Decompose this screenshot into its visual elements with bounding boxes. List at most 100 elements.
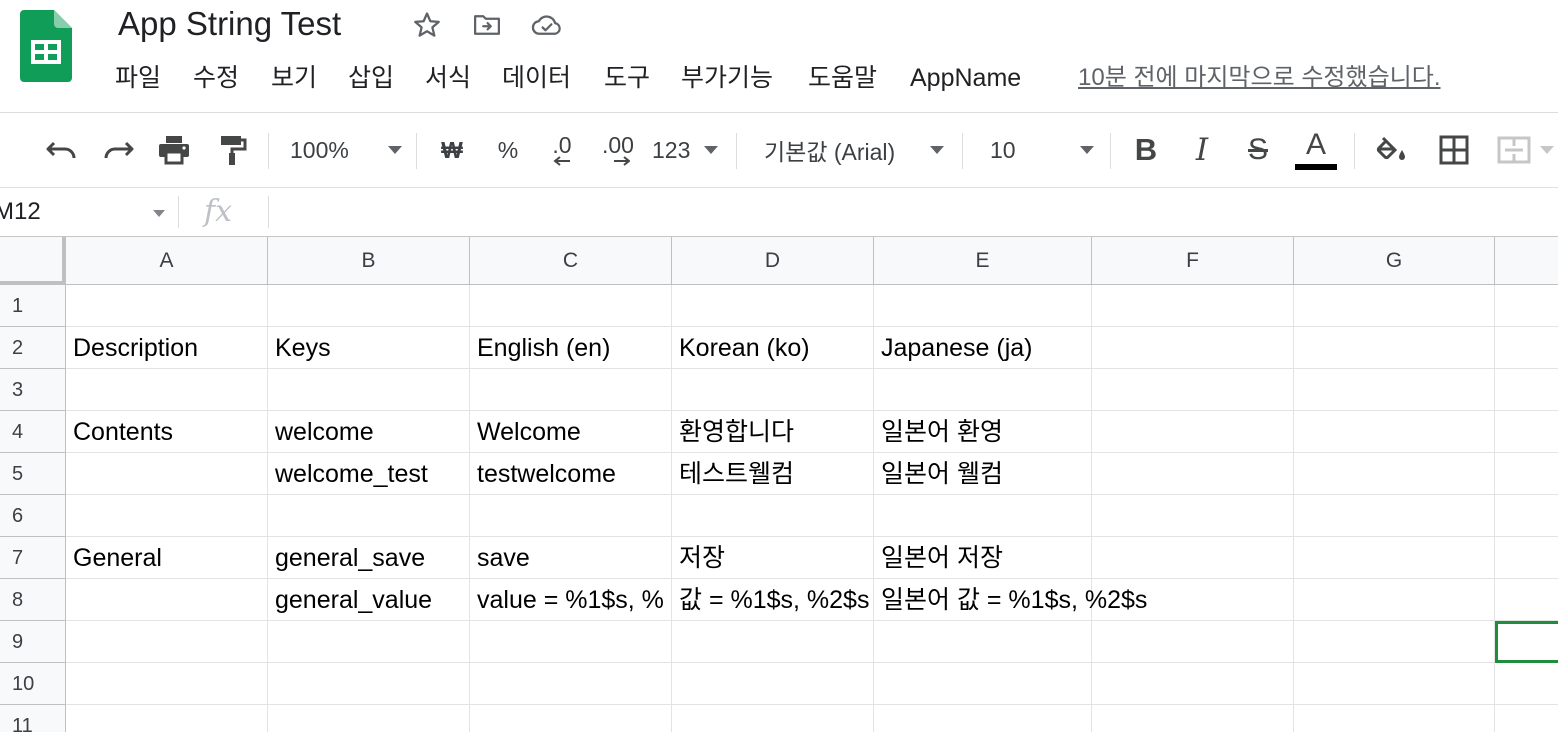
cell[interactable] xyxy=(1495,495,1558,537)
star-icon[interactable] xyxy=(412,10,442,40)
percent-format-button[interactable]: % xyxy=(490,129,526,171)
cell-f7[interactable] xyxy=(1092,537,1294,579)
cell[interactable] xyxy=(1495,537,1558,579)
text-color-button[interactable]: A xyxy=(1294,129,1338,171)
cell-e8[interactable]: 일본어 값 = %1$s, %2$s xyxy=(874,579,1147,621)
row-header-5[interactable]: 5 xyxy=(0,453,66,495)
cell-d9[interactable] xyxy=(672,621,874,663)
cell-d5[interactable]: 테스트웰컴 xyxy=(672,453,874,495)
cell-a2[interactable]: Description xyxy=(66,327,268,369)
cell-f10[interactable] xyxy=(1092,663,1294,705)
row-header-3[interactable]: 3 xyxy=(0,369,66,411)
menu-insert[interactable]: 삽입 xyxy=(348,60,394,96)
cell-c2[interactable]: English (en) xyxy=(470,327,672,369)
borders-icon[interactable] xyxy=(1434,129,1474,171)
column-header-f[interactable]: F xyxy=(1092,237,1294,285)
font-family-select[interactable]: 기본값 (Arial) xyxy=(764,129,944,171)
menu-file[interactable]: 파일 xyxy=(115,60,161,96)
cell-d7[interactable]: 저장 xyxy=(672,537,874,579)
menu-view[interactable]: 보기 xyxy=(271,60,317,96)
cell-e3[interactable] xyxy=(874,369,1092,411)
cell-a8[interactable] xyxy=(66,579,268,621)
menu-help[interactable]: 도움말 xyxy=(808,60,877,96)
cell-d10[interactable] xyxy=(672,663,874,705)
cell-e1[interactable] xyxy=(874,285,1092,327)
cell-f11[interactable] xyxy=(1092,705,1294,732)
cell-a10[interactable] xyxy=(66,663,268,705)
cell-a7[interactable]: General xyxy=(66,537,268,579)
italic-button[interactable]: I xyxy=(1182,129,1222,171)
font-size-select[interactable]: 10 xyxy=(990,129,1094,171)
column-header[interactable] xyxy=(1495,237,1558,285)
cell-c9[interactable] xyxy=(470,621,672,663)
cell-g10[interactable] xyxy=(1294,663,1495,705)
cell-b6[interactable] xyxy=(268,495,470,537)
cell-e4[interactable]: 일본어 환영 xyxy=(874,411,1092,453)
zoom-select[interactable]: 100% xyxy=(290,129,402,171)
cell-g3[interactable] xyxy=(1294,369,1495,411)
cell-b7[interactable]: general_save xyxy=(268,537,470,579)
cell[interactable] xyxy=(1495,411,1558,453)
cell-g4[interactable] xyxy=(1294,411,1495,453)
cell-f1[interactable] xyxy=(1092,285,1294,327)
cell[interactable] xyxy=(1495,327,1558,369)
bold-button[interactable]: B xyxy=(1126,129,1166,171)
cell-b10[interactable] xyxy=(268,663,470,705)
row-header-7[interactable]: 7 xyxy=(0,537,66,579)
cell-f5[interactable] xyxy=(1092,453,1294,495)
undo-icon[interactable] xyxy=(42,129,82,171)
cell-d11[interactable] xyxy=(672,705,874,732)
cell-g2[interactable] xyxy=(1294,327,1495,369)
column-header-e[interactable]: E xyxy=(874,237,1092,285)
cell-f2[interactable] xyxy=(1092,327,1294,369)
column-header-d[interactable]: D xyxy=(672,237,874,285)
redo-icon[interactable] xyxy=(98,129,138,171)
menu-addons[interactable]: 부가기능 xyxy=(681,60,773,96)
cell[interactable] xyxy=(1495,579,1558,621)
fill-color-icon[interactable] xyxy=(1372,129,1412,171)
cell-c8[interactable]: value = %1$s, % xyxy=(470,579,672,621)
cell-c6[interactable] xyxy=(470,495,672,537)
cell-c11[interactable] xyxy=(470,705,672,732)
cell-g11[interactable] xyxy=(1294,705,1495,732)
paint-format-icon[interactable] xyxy=(212,129,252,171)
cell-e11[interactable] xyxy=(874,705,1092,732)
cell-e9[interactable] xyxy=(874,621,1092,663)
cell-b4[interactable]: welcome xyxy=(268,411,470,453)
cell-a9[interactable] xyxy=(66,621,268,663)
cell-c3[interactable] xyxy=(470,369,672,411)
cell-a1[interactable] xyxy=(66,285,268,327)
cell-d2[interactable]: Korean (ko) xyxy=(672,327,874,369)
cell-c1[interactable] xyxy=(470,285,672,327)
cell-c7[interactable]: save xyxy=(470,537,672,579)
select-all-corner[interactable] xyxy=(0,237,66,285)
cell-f3[interactable] xyxy=(1092,369,1294,411)
cell-a11[interactable] xyxy=(66,705,268,732)
row-header-1[interactable]: 1 xyxy=(0,285,66,327)
row-header-11[interactable]: 11 xyxy=(0,705,66,732)
cell[interactable] xyxy=(1495,369,1558,411)
column-header-c[interactable]: C xyxy=(470,237,672,285)
last-edit-link[interactable]: 10분 전에 마지막으로 수정했습니다. xyxy=(1078,60,1441,96)
cell-b9[interactable] xyxy=(268,621,470,663)
cell[interactable] xyxy=(1495,663,1558,705)
cell-e5[interactable]: 일본어 웰컴 xyxy=(874,453,1092,495)
cell-c10[interactable] xyxy=(470,663,672,705)
sheets-logo-icon[interactable] xyxy=(20,10,72,82)
move-to-folder-icon[interactable] xyxy=(472,10,502,40)
document-title[interactable]: App String Test xyxy=(118,4,341,44)
cell-a5[interactable] xyxy=(66,453,268,495)
cell-b1[interactable] xyxy=(268,285,470,327)
cell-b5[interactable]: welcome_test xyxy=(268,453,470,495)
menu-edit[interactable]: 수정 xyxy=(193,60,239,96)
cell[interactable] xyxy=(1495,705,1558,732)
cell-a3[interactable] xyxy=(66,369,268,411)
menu-tools[interactable]: 도구 xyxy=(604,60,650,96)
cell-g7[interactable] xyxy=(1294,537,1495,579)
cell-e7[interactable]: 일본어 저장 xyxy=(874,537,1092,579)
column-header-b[interactable]: B xyxy=(268,237,470,285)
more-formats-select[interactable]: 123 xyxy=(652,129,718,171)
menu-data[interactable]: 데이터 xyxy=(502,60,571,96)
name-box[interactable]: M12 xyxy=(0,188,172,236)
row-header-4[interactable]: 4 xyxy=(0,411,66,453)
